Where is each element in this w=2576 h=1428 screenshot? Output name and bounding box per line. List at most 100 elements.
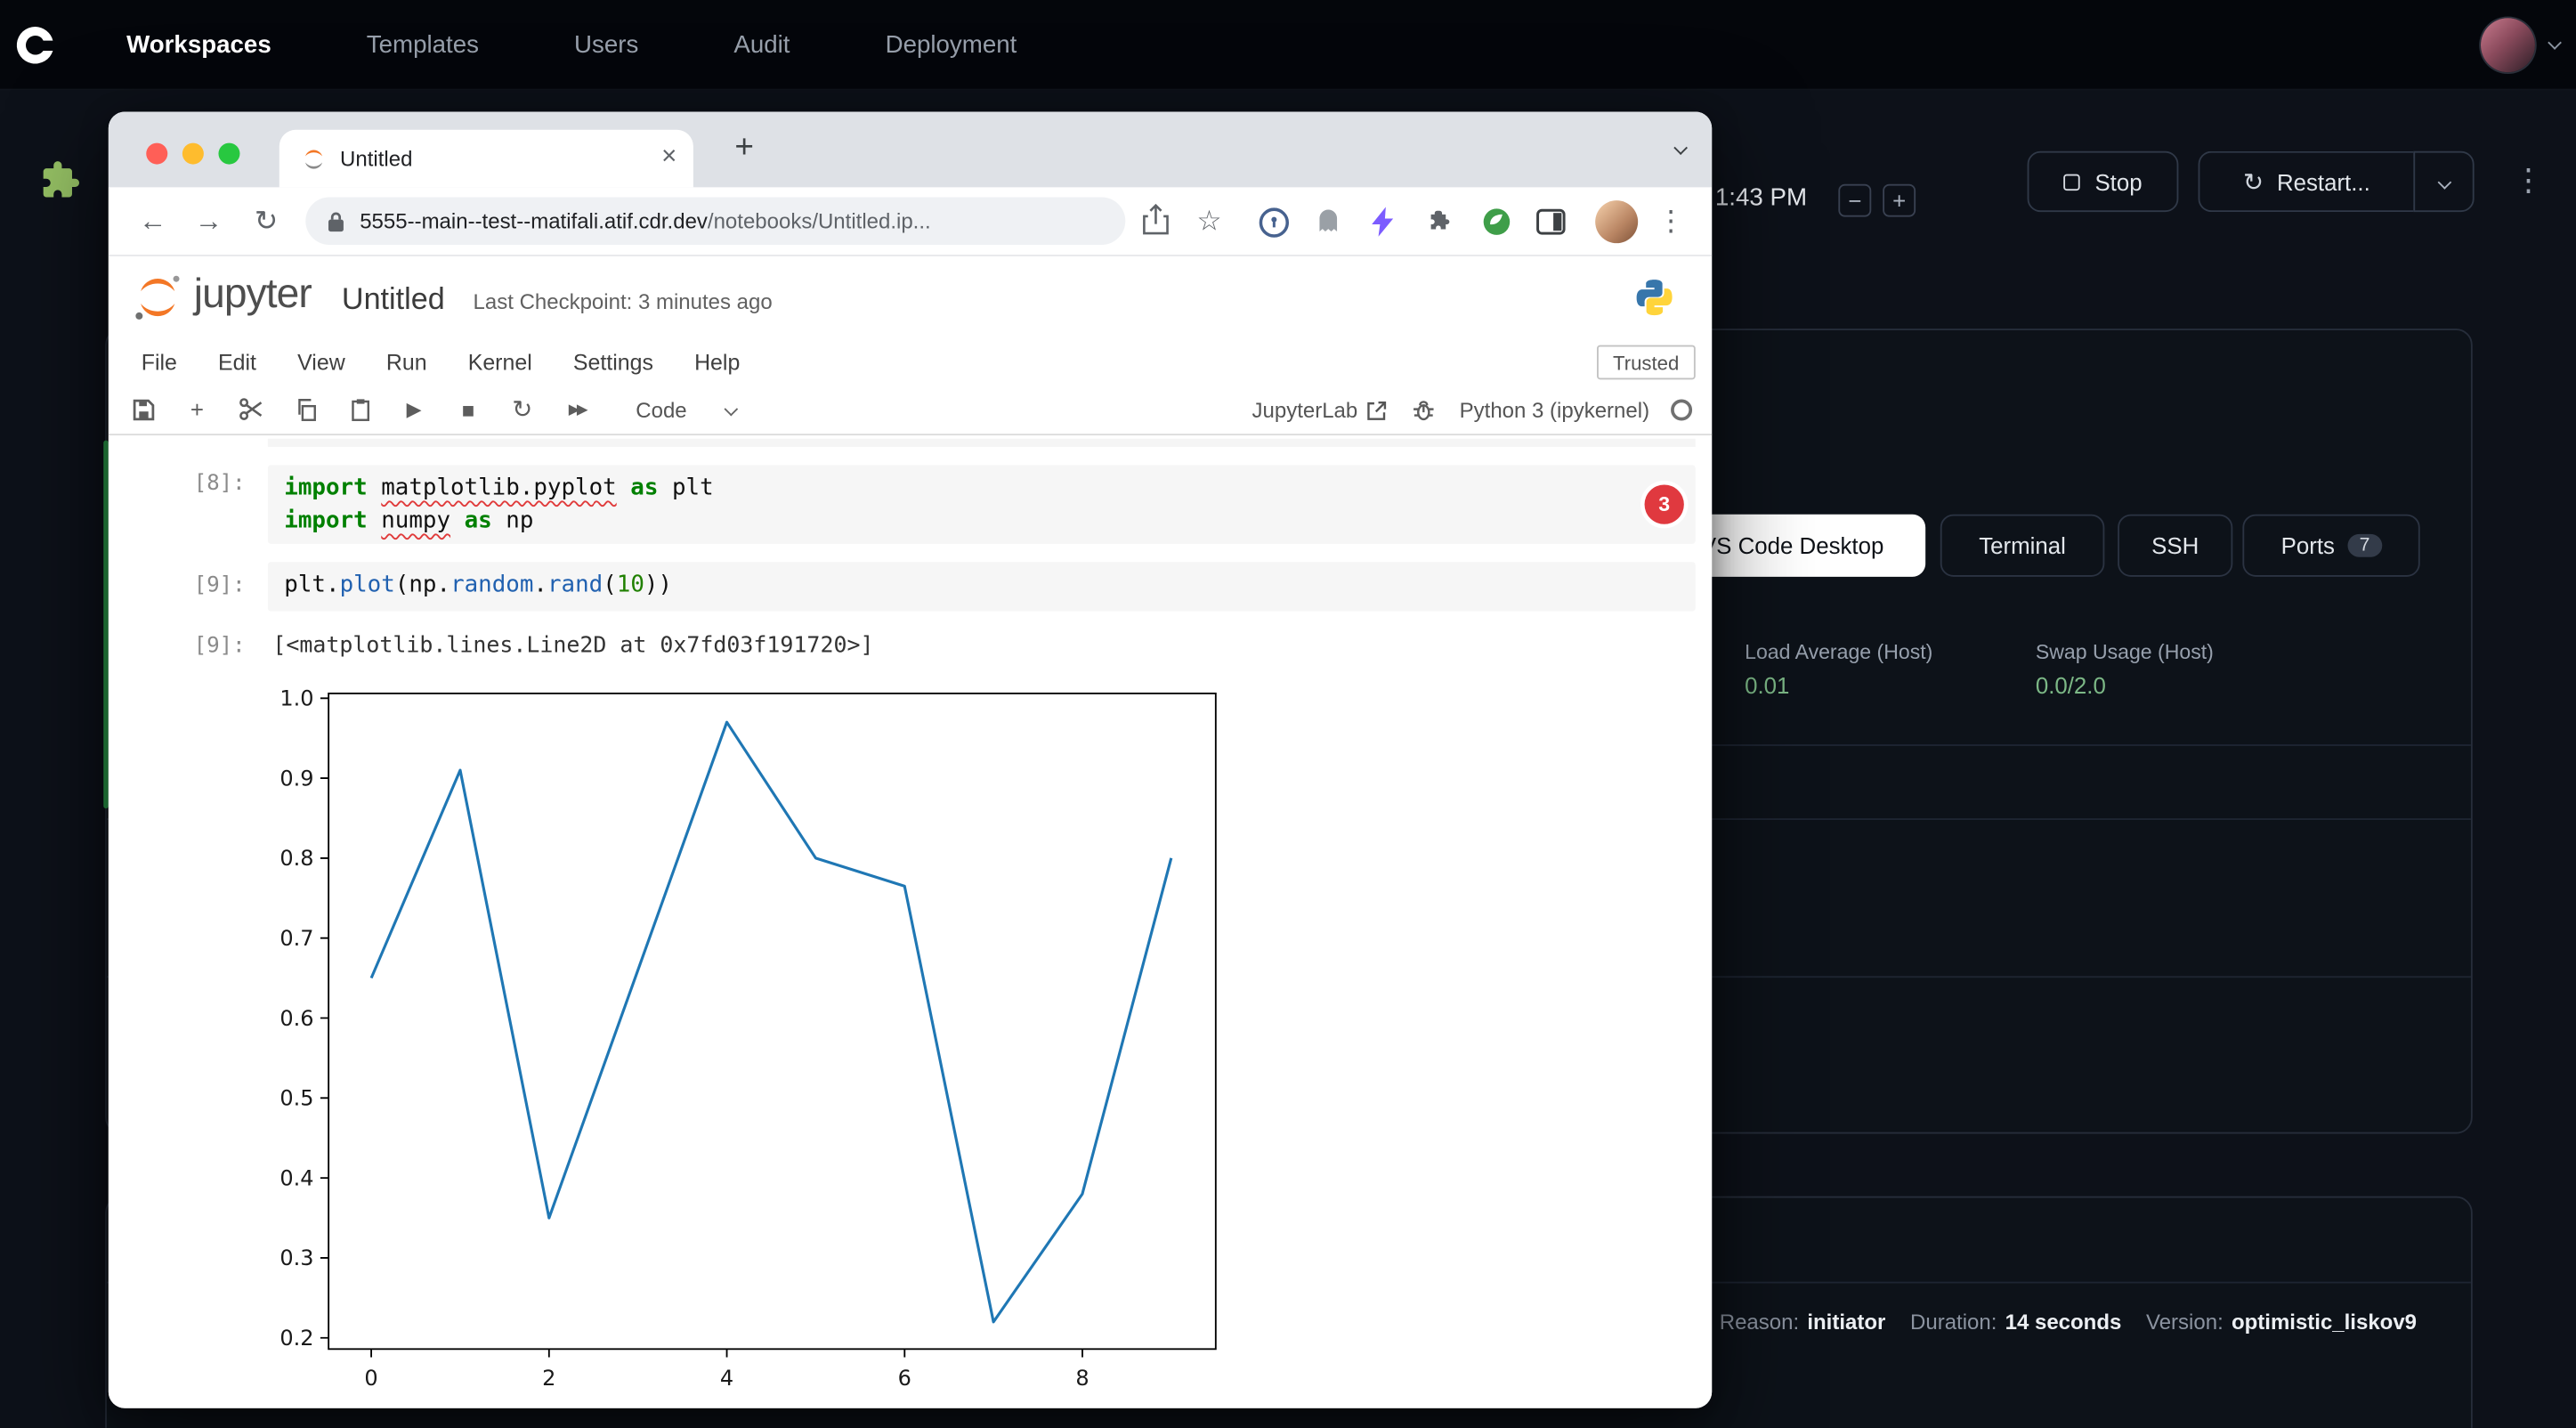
puzzle-icon [36,156,85,205]
url-host: 5555--main--test--matifali.atif.cdr.dev [360,208,708,233]
window-minimize-button[interactable] [182,143,204,165]
tab-close-icon[interactable]: × [661,130,676,188]
browser-tab[interactable]: Untitled × [279,130,693,188]
jupyter-favicon [301,146,328,173]
top-navbar: Workspaces Templates Users Audit Deploym… [0,0,2576,91]
copy-cell-icon[interactable] [291,394,320,424]
meta-label: Reason: [1720,1309,1799,1334]
browser-window: Untitled × + ← → ↻ 5555--main--test--mat… [109,112,1712,1408]
leaf-extension-icon[interactable] [1482,207,1511,245]
restart-kernel-icon[interactable]: ↻ [507,394,537,424]
build-reason: Reason: initiator [1720,1309,1886,1334]
tab-title: Untitled [340,130,412,188]
cut-cell-icon[interactable] [237,394,266,424]
menu-file[interactable]: File [142,350,177,375]
nav-item-users[interactable]: Users [574,30,638,58]
nav-item-workspaces[interactable]: Workspaces [126,30,271,58]
terminal-button[interactable]: Terminal [1940,515,2105,577]
ports-label: Ports [2281,532,2335,559]
meta-value: 14 seconds [2005,1309,2122,1334]
bolt-extension-icon[interactable] [1372,207,1395,245]
jupyter-logo [132,272,184,324]
input-prompt: [9]: [194,573,246,598]
nav-item-templates[interactable]: Templates [367,30,479,58]
restart-icon: ↻ [2243,166,2264,196]
browser-menu-kebab[interactable]: ⋮ [1649,200,1692,243]
bookmark-star-icon[interactable]: ☆ [1187,200,1230,243]
zoom-in-button[interactable]: + [1883,184,1916,217]
jupyterlab-label: JupyterLab [1252,398,1358,423]
puzzle-app-icon[interactable] [36,156,85,205]
save-icon[interactable] [128,394,158,424]
jupyter-wordmark: jupyter [194,272,312,320]
meta-value: initiator [1807,1309,1885,1334]
terminal-label: Terminal [1979,532,2066,559]
password-extension-icon[interactable] [1259,207,1290,247]
trusted-button[interactable]: Trusted [1597,345,1696,380]
svg-text:1.0: 1.0 [279,686,313,711]
svg-text:0.8: 0.8 [279,846,313,871]
address-bar[interactable]: 5555--main--test--matifali.atif.cdr.dev/… [305,197,1125,245]
external-link-icon [1367,400,1387,419]
meta-value: optimistic_liskov9 [2232,1309,2417,1334]
menu-settings[interactable]: Settings [573,350,653,375]
extensions-puzzle-icon[interactable] [1426,207,1455,245]
nav-item-audit[interactable]: Audit [733,30,790,58]
zoom-out-button[interactable]: − [1838,184,1871,217]
side-panel-icon[interactable] [1536,208,1566,243]
svg-text:0: 0 [364,1366,377,1391]
restart-split-button: ↻ Restart... [2199,151,2475,212]
svg-text:0.7: 0.7 [279,926,313,951]
workspace-menu-kebab[interactable]: ⋮ [2508,161,2548,204]
menu-run[interactable]: Run [386,350,427,375]
svg-text:0.6: 0.6 [279,1006,313,1031]
menu-help[interactable]: Help [694,350,740,375]
meta-label: Version: [2146,1309,2224,1334]
nav-item-deployment[interactable]: Deployment [886,30,1017,58]
reload-button[interactable]: ↻ [245,200,288,243]
window-fullscreen-button[interactable] [218,143,239,165]
restart-run-all-icon[interactable]: ▶▶ [562,394,591,424]
user-avatar[interactable] [2481,18,2535,72]
collaborator-badge: 3 [1645,484,1684,523]
browser-profile-avatar[interactable] [1595,200,1638,243]
meta-label: Duration: [1910,1309,1997,1334]
vscode-desktop-label: VS Code Desktop [1701,532,1883,559]
code-cell-plot[interactable]: plt.plot(np.random.rand(10)) [268,562,1696,611]
stop-workspace-button[interactable]: Stop [2028,151,2179,212]
interrupt-kernel-icon[interactable]: ■ [453,394,482,424]
code-cell-imports[interactable]: import matplotlib.pyplot as pltimport nu… [268,465,1696,544]
share-icon[interactable] [1142,204,1170,243]
coder-logo[interactable] [13,22,58,67]
screen: Workspaces Templates Users Audit Deploym… [0,0,2576,1428]
url-path: /notebooks/Untitled.ip... [708,208,931,233]
open-jupyterlab-link[interactable]: JupyterLab [1252,398,1388,423]
menu-edit[interactable]: Edit [218,350,256,375]
restart-workspace-button[interactable]: ↻ Restart... [2199,151,2414,212]
forward-button[interactable]: → [187,200,230,243]
stop-label: Stop [2094,168,2142,195]
notebook-title[interactable]: Untitled [342,281,445,318]
ghost-extension-icon[interactable] [1315,207,1342,244]
debugger-bug-icon[interactable] [1408,395,1438,425]
paste-cell-icon[interactable] [345,394,375,424]
new-tab-button[interactable]: + [723,128,766,171]
primary-nav: Workspaces Templates Users Audit Deploym… [126,30,1017,58]
output-prompt: [9]: [194,634,246,659]
tab-search-chevron-icon[interactable] [1673,141,1688,155]
back-button[interactable]: ← [132,200,174,243]
user-menu[interactable] [2481,0,2560,91]
cell-type-select[interactable]: Code [636,397,736,422]
run-cell-icon[interactable]: ▶ [400,394,429,424]
kernel-status-icon [1671,400,1692,421]
ssh-button[interactable]: SSH [2118,515,2232,577]
menu-kernel[interactable]: Kernel [468,350,532,375]
ports-button[interactable]: Ports 7 [2242,515,2419,577]
restart-options-button[interactable] [2413,151,2474,212]
window-close-button[interactable] [146,143,167,165]
add-cell-icon[interactable]: + [182,394,212,424]
menu-view[interactable]: View [297,350,345,375]
jupyter-menubar: File Edit View Run Kernel Settings Help … [109,340,1712,385]
build-meta-row: Reason: initiator Duration: 14 seconds V… [1720,1300,2417,1343]
kernel-name[interactable]: Python 3 (ipykernel) [1460,398,1649,423]
